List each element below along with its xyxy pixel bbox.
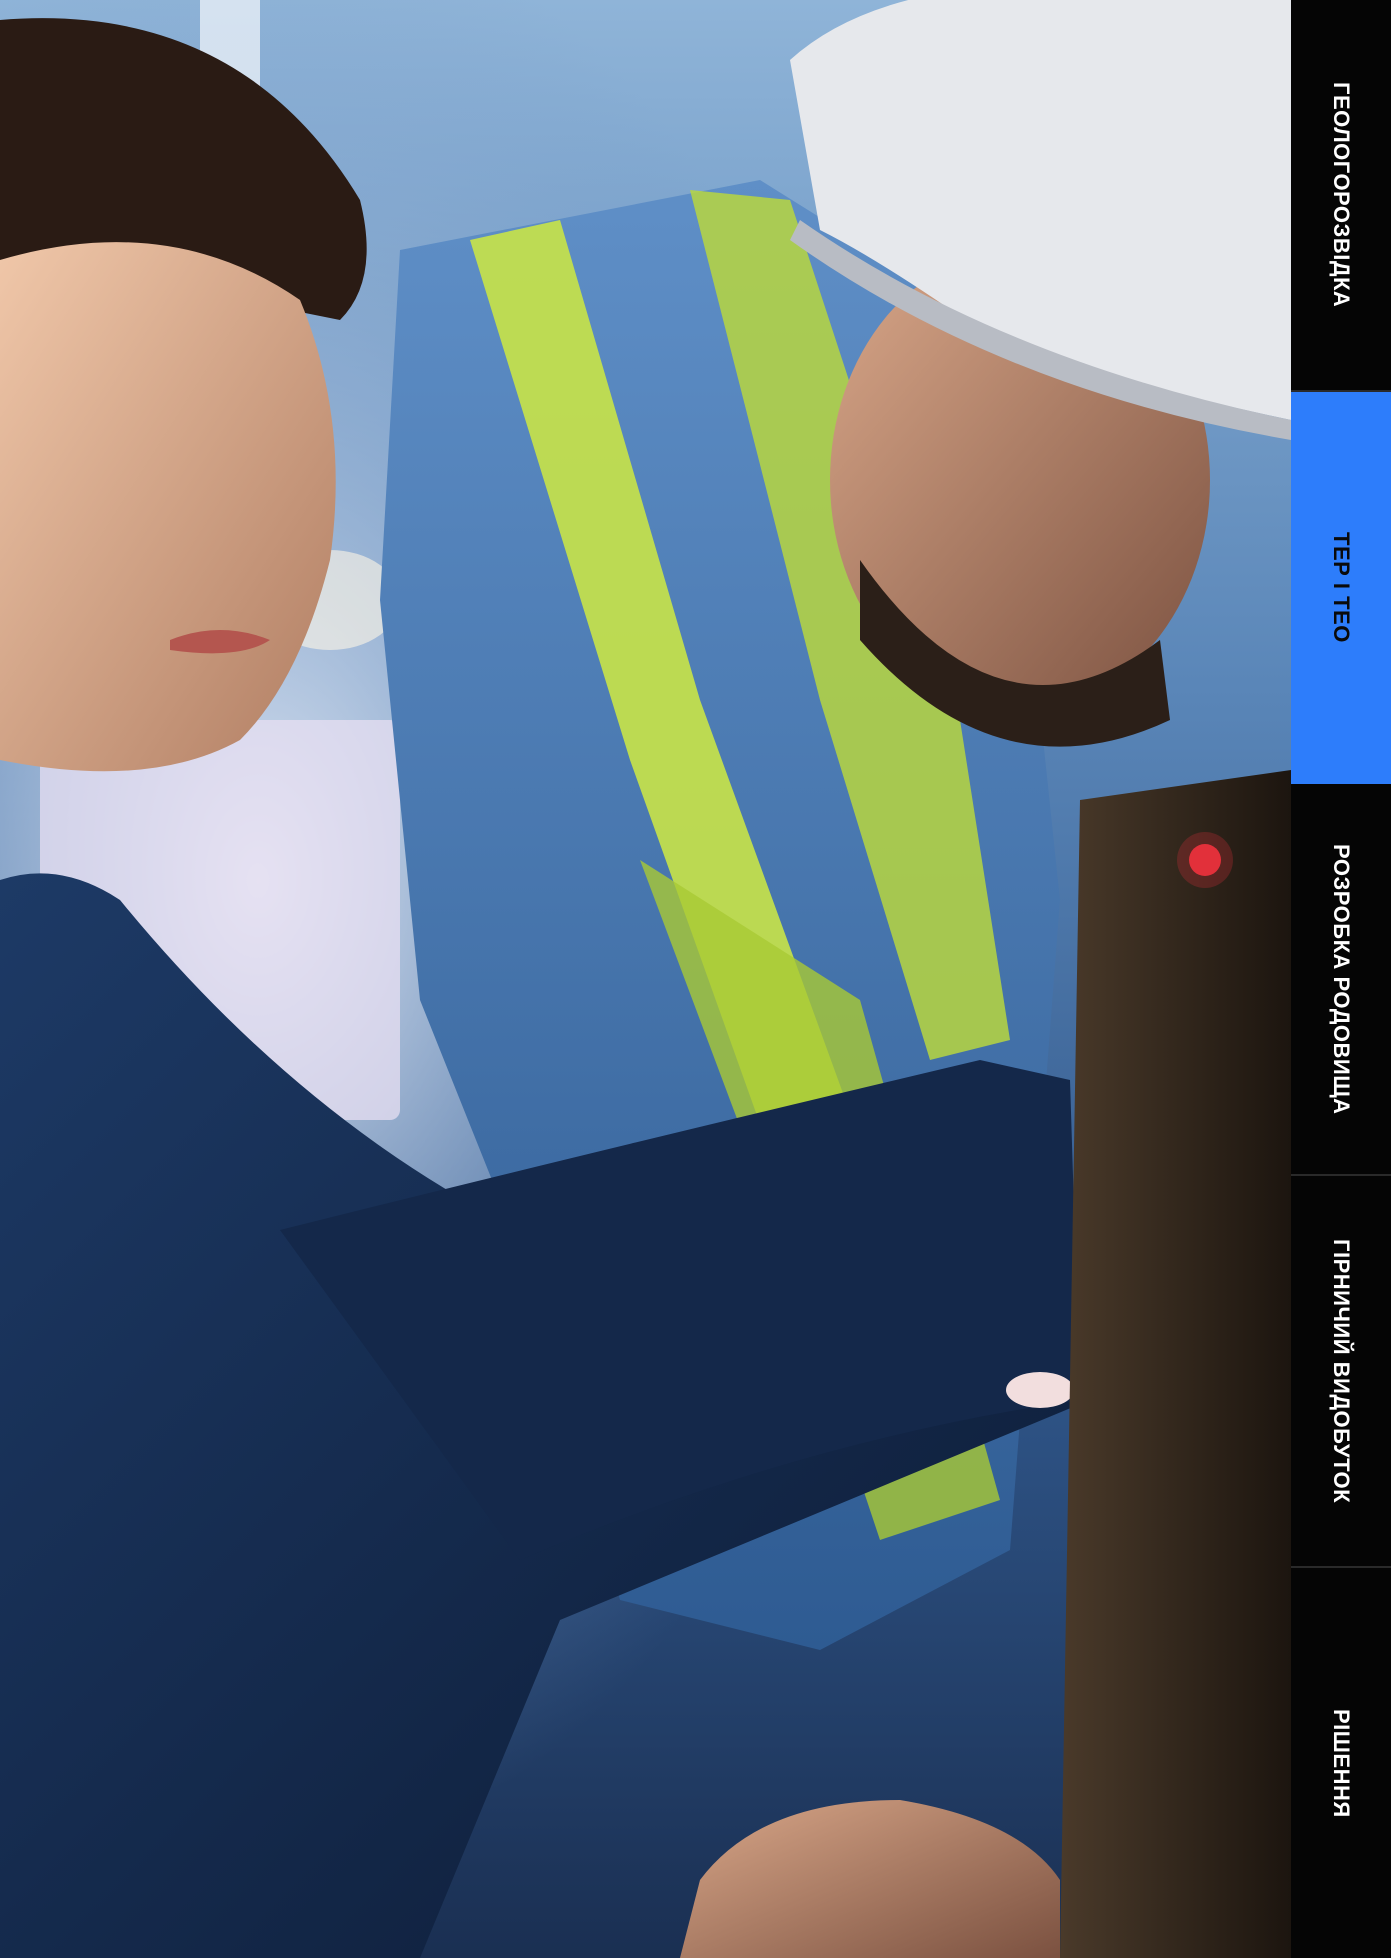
tab-hirnychyi-vydobutok[interactable]: ГІРНИЧИЙ ВИДОБУТОК: [1291, 1176, 1391, 1568]
tab-label: ТЕР І ТЕО: [1329, 531, 1354, 643]
tab-geologorozvidka[interactable]: ГЕОЛОГОРОЗВІДКА: [1291, 0, 1391, 392]
tab-label: РІШЕННЯ: [1329, 1708, 1354, 1818]
page: ГЕОЛОГОРОЗВІДКА ТЕР І ТЕО РОЗРОБКА РОДОВ…: [0, 0, 1391, 1958]
vertical-tab-nav: ГЕОЛОГОРОЗВІДКА ТЕР І ТЕО РОЗРОБКА РОДОВ…: [1291, 0, 1391, 1958]
hero-photo: [0, 0, 1291, 1958]
tab-rozrobka-rodovyshcha[interactable]: РОЗРОБКА РОДОВИЩА: [1291, 784, 1391, 1176]
hero-illustration: [0, 0, 1291, 1958]
tab-rishennia[interactable]: РІШЕННЯ: [1291, 1568, 1391, 1958]
tab-label: ГІРНИЧИЙ ВИДОБУТОК: [1329, 1238, 1354, 1504]
tab-label: РОЗРОБКА РОДОВИЩА: [1329, 843, 1354, 1115]
tab-label: ГЕОЛОГОРОЗВІДКА: [1329, 82, 1354, 308]
tab-ter-i-teo[interactable]: ТЕР І ТЕО: [1291, 392, 1391, 784]
